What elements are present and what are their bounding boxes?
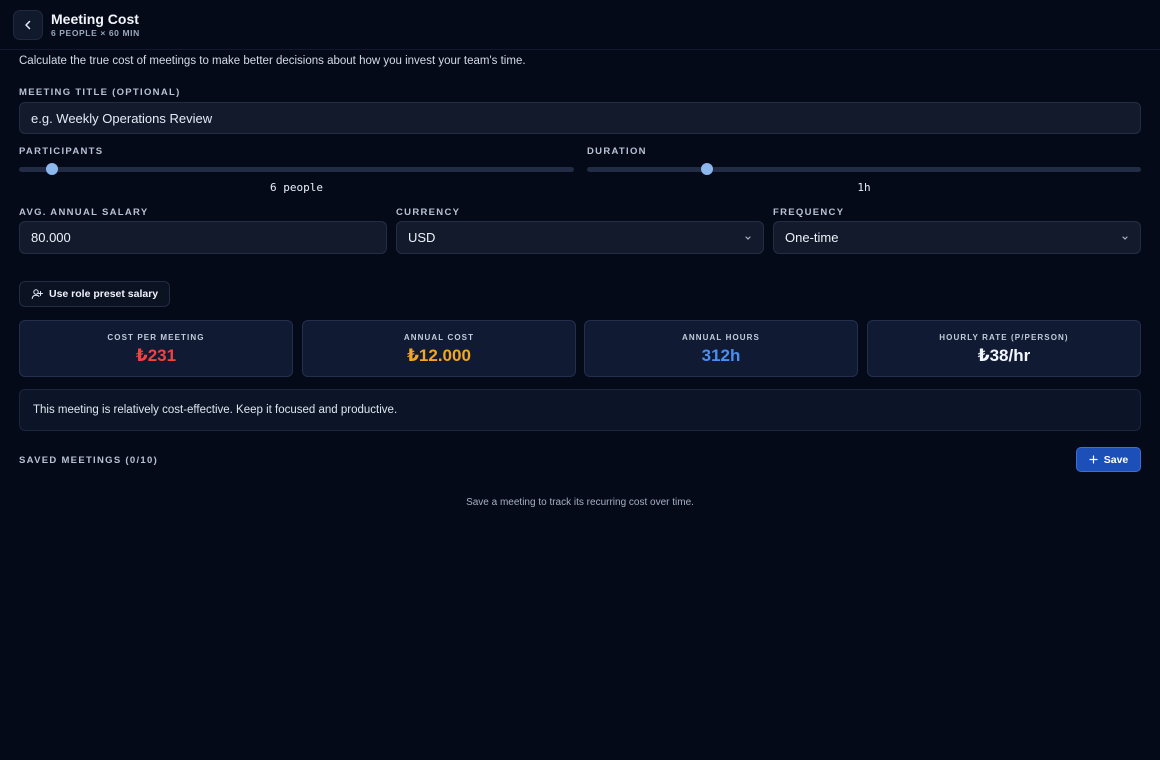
currency-label: CURRENCY [396,207,461,218]
chevron-down-icon [744,234,752,242]
stat-label: HOURLY RATE (P/PERSON) [939,333,1069,342]
user-plus-icon [31,288,43,300]
frequency-label: FREQUENCY [773,207,845,218]
frequency-select[interactable]: One-time [773,221,1141,254]
stat-label: COST PER MEETING [107,333,205,342]
save-button[interactable]: Save [1076,447,1141,472]
save-label: Save [1103,453,1129,466]
meeting-title-label: MEETING TITLE (OPTIONAL) [19,87,181,98]
saved-meetings-label: SAVED MEETINGS (0/10) [19,455,159,466]
top-bar: Meeting Cost 6 PEOPLE × 60 MIN [0,0,1160,50]
cost-assessment-note: This meeting is relatively cost-effectiv… [19,389,1141,431]
participants-value: 6 people [270,181,323,194]
stat-card-annual-hours: ANNUAL HOURS 312h [584,320,858,377]
salary-label: AVG. ANNUAL SALARY [19,207,149,218]
currency-select[interactable]: USD [396,221,764,254]
stat-value: ₺38/hr [977,346,1031,365]
duration-slider-thumb[interactable] [700,163,713,175]
stat-card-annual-cost: ANNUAL COST ₺12.000 [302,320,576,377]
stat-label: ANNUAL HOURS [682,333,760,342]
stat-value: ₺231 [135,346,177,365]
duration-value: 1h [857,181,871,194]
duration-label: DURATION [587,146,647,157]
currency-selected: USD [408,230,436,245]
page-title: Meeting Cost [51,11,139,27]
back-button[interactable] [13,10,43,40]
stat-value: ₺12.000 [407,346,471,365]
salary-input[interactable] [19,221,387,254]
stat-card-hourly-rate: HOURLY RATE (P/PERSON) ₺38/hr [867,320,1141,377]
duration-slider-track[interactable] [587,167,1141,172]
stat-label: ANNUAL COST [403,333,475,342]
cost-assessment-text: This meeting is relatively cost-effectiv… [33,404,398,416]
participants-slider-thumb[interactable] [46,163,59,175]
meeting-title-input[interactable] [19,102,1141,134]
chevron-down-icon [1121,234,1129,242]
stat-value: 312h [701,346,741,365]
saved-meetings-empty-text: Save a meeting to track its recurring co… [466,497,694,508]
frequency-selected: One-time [785,230,839,245]
intro-text: Calculate the true cost of meetings to m… [19,55,526,67]
role-preset-button[interactable]: Use role preset salary [19,281,170,307]
role-preset-label: Use role preset salary [49,288,159,300]
plus-icon [1089,455,1098,464]
chevron-left-icon [23,20,33,30]
participants-label: PARTICIPANTS [19,146,104,157]
participants-slider-track[interactable] [19,167,574,172]
stat-card-cost-per-meeting: COST PER MEETING ₺231 [19,320,293,377]
page-subtitle: 6 PEOPLE × 60 MIN [51,28,140,38]
